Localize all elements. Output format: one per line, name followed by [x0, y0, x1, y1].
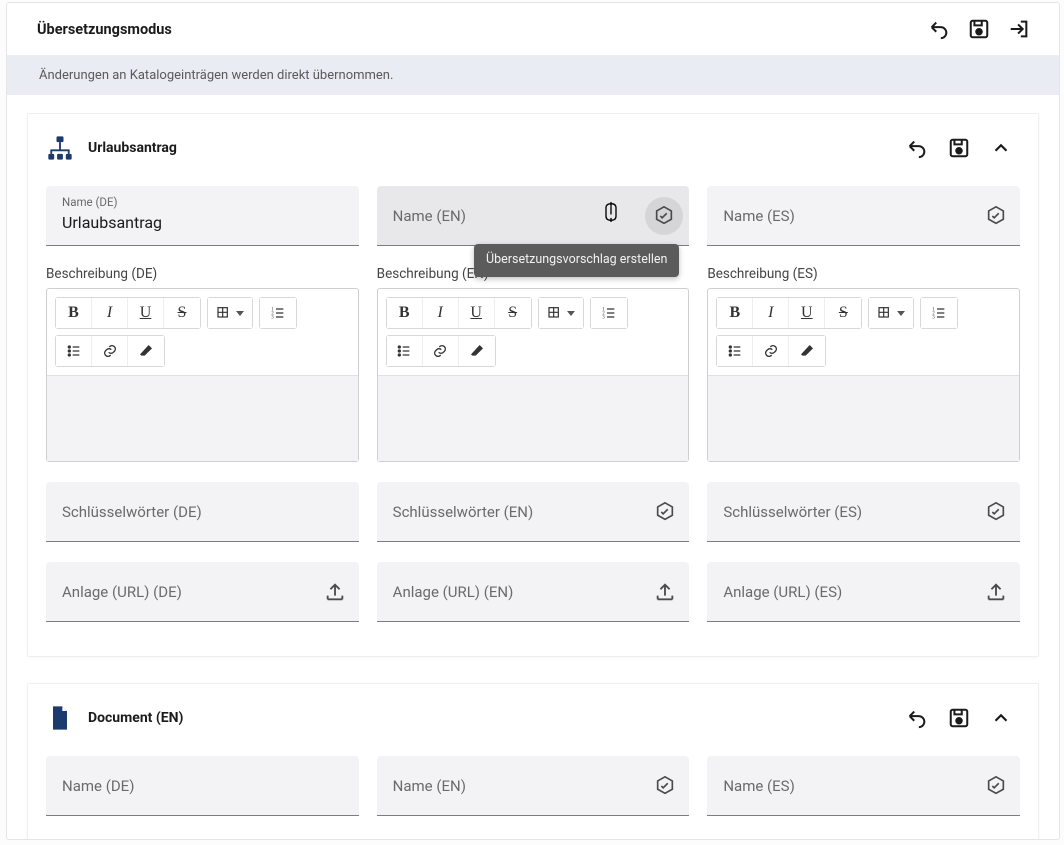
desc-es-editor[interactable]: B I U S 123 [707, 288, 1020, 462]
bold-button[interactable]: B [717, 298, 753, 328]
header-bar: Übersetzungsmodus [7, 3, 1059, 56]
attach-en-label: Anlage (URL) (EN) [377, 583, 642, 601]
name-en-field[interactable]: Name (EN) [377, 756, 690, 816]
eraser-button[interactable] [128, 336, 164, 366]
table-button[interactable] [539, 298, 583, 328]
bullet-list-button[interactable] [717, 336, 753, 366]
name-de-field[interactable]: Name (DE) Urlaubsantrag [46, 186, 359, 246]
link-button[interactable] [753, 336, 789, 366]
attach-en-field[interactable]: Anlage (URL) (EN) [377, 562, 690, 622]
bullet-list-button[interactable] [56, 336, 92, 366]
undo-button[interactable] [919, 9, 959, 49]
eraser-button[interactable] [789, 336, 825, 366]
table-button[interactable] [869, 298, 913, 328]
section-save-button[interactable] [938, 128, 980, 168]
ordered-list-button[interactable]: 123 [921, 298, 957, 328]
attach-de-field[interactable]: Anlage (URL) (DE) [46, 562, 359, 622]
info-banner: Änderungen an Katalogeinträgen werden di… [7, 56, 1059, 95]
name-en-label: Name (EN) [377, 207, 646, 225]
save-button[interactable] [959, 9, 999, 49]
collapse-button[interactable] [980, 128, 1022, 168]
keywords-es-label: Schlüsselwörter (ES) [707, 503, 972, 521]
underline-button[interactable]: U [789, 298, 825, 328]
name-de-label: Name (DE) [46, 777, 359, 795]
keywords-de-label: Schlüsselwörter (DE) [46, 503, 359, 521]
editor-body[interactable] [378, 375, 689, 461]
upload-icon[interactable] [641, 581, 689, 603]
underline-button[interactable]: U [128, 298, 164, 328]
document-icon [46, 706, 74, 730]
desc-es-label: Beschreibung (ES) [707, 266, 1020, 282]
name-es-label: Name (ES) [707, 207, 972, 225]
attach-es-field[interactable]: Anlage (URL) (ES) [707, 562, 1020, 622]
exit-button[interactable] [999, 9, 1039, 49]
italic-button[interactable]: I [423, 298, 459, 328]
name-es-label: Name (ES) [707, 777, 972, 795]
underline-button[interactable]: U [459, 298, 495, 328]
name-es-field[interactable]: Name (ES) [707, 756, 1020, 816]
section-save-button[interactable] [938, 698, 980, 738]
ordered-list-button[interactable]: 123 [260, 298, 296, 328]
translate-tooltip: Übersetzungsvorschlag erstellen [474, 244, 679, 277]
strike-button[interactable]: S [825, 298, 861, 328]
page-title: Übersetzungsmodus [37, 21, 919, 38]
sitemap-icon [46, 136, 74, 160]
upload-icon[interactable] [311, 581, 359, 603]
eraser-button[interactable] [459, 336, 495, 366]
section-undo-button[interactable] [896, 698, 938, 738]
editor-body[interactable] [708, 375, 1019, 461]
bullet-list-button[interactable] [387, 336, 423, 366]
section-document-en: Document (EN) Name (DE) Name (EN) [27, 683, 1039, 840]
name-en-field[interactable]: Name (EN) [377, 186, 690, 246]
translate-suggest-icon[interactable] [972, 205, 1020, 227]
bold-button[interactable]: B [56, 298, 92, 328]
keywords-en-label: Schlüsselwörter (EN) [377, 503, 642, 521]
keywords-en-field[interactable]: Schlüsselwörter (EN) [377, 482, 690, 542]
attach-de-label: Anlage (URL) (DE) [46, 583, 311, 601]
desc-en-editor[interactable]: B I U S 123 [377, 288, 690, 462]
upload-icon[interactable] [972, 581, 1020, 603]
name-en-label: Name (EN) [377, 777, 642, 795]
translate-suggest-icon[interactable] [645, 197, 683, 235]
desc-de-label: Beschreibung (DE) [46, 266, 359, 282]
svg-text:3: 3 [271, 315, 274, 320]
desc-de-editor[interactable]: B I U S 123 [46, 288, 359, 462]
svg-text:3: 3 [933, 315, 936, 320]
strike-button[interactable]: S [164, 298, 200, 328]
bold-button[interactable]: B [387, 298, 423, 328]
keywords-es-field[interactable]: Schlüsselwörter (ES) [707, 482, 1020, 542]
section-urlaubsantrag: Urlaubsantrag Name (DE) Urlaubsantrag Na… [27, 113, 1039, 657]
attach-es-label: Anlage (URL) (ES) [707, 583, 972, 601]
translate-suggest-icon[interactable] [641, 775, 689, 797]
translate-suggest-icon[interactable] [972, 501, 1020, 523]
italic-button[interactable]: I [92, 298, 128, 328]
section-undo-button[interactable] [896, 128, 938, 168]
table-button[interactable] [208, 298, 252, 328]
name-de-field[interactable]: Name (DE) [46, 756, 359, 816]
name-es-field[interactable]: Name (ES) [707, 186, 1020, 246]
section-title: Urlaubsantrag [88, 140, 896, 156]
keywords-de-field[interactable]: Schlüsselwörter (DE) [46, 482, 359, 542]
translate-suggest-icon[interactable] [641, 501, 689, 523]
italic-button[interactable]: I [753, 298, 789, 328]
link-button[interactable] [92, 336, 128, 366]
svg-text:3: 3 [602, 315, 605, 320]
link-button[interactable] [423, 336, 459, 366]
translate-suggest-icon[interactable] [972, 775, 1020, 797]
editor-body[interactable] [47, 375, 358, 461]
name-de-label: Name (DE) [62, 195, 118, 209]
ordered-list-button[interactable]: 123 [591, 298, 627, 328]
section-title: Document (EN) [88, 710, 896, 726]
collapse-button[interactable] [980, 698, 1022, 738]
strike-button[interactable]: S [495, 298, 531, 328]
